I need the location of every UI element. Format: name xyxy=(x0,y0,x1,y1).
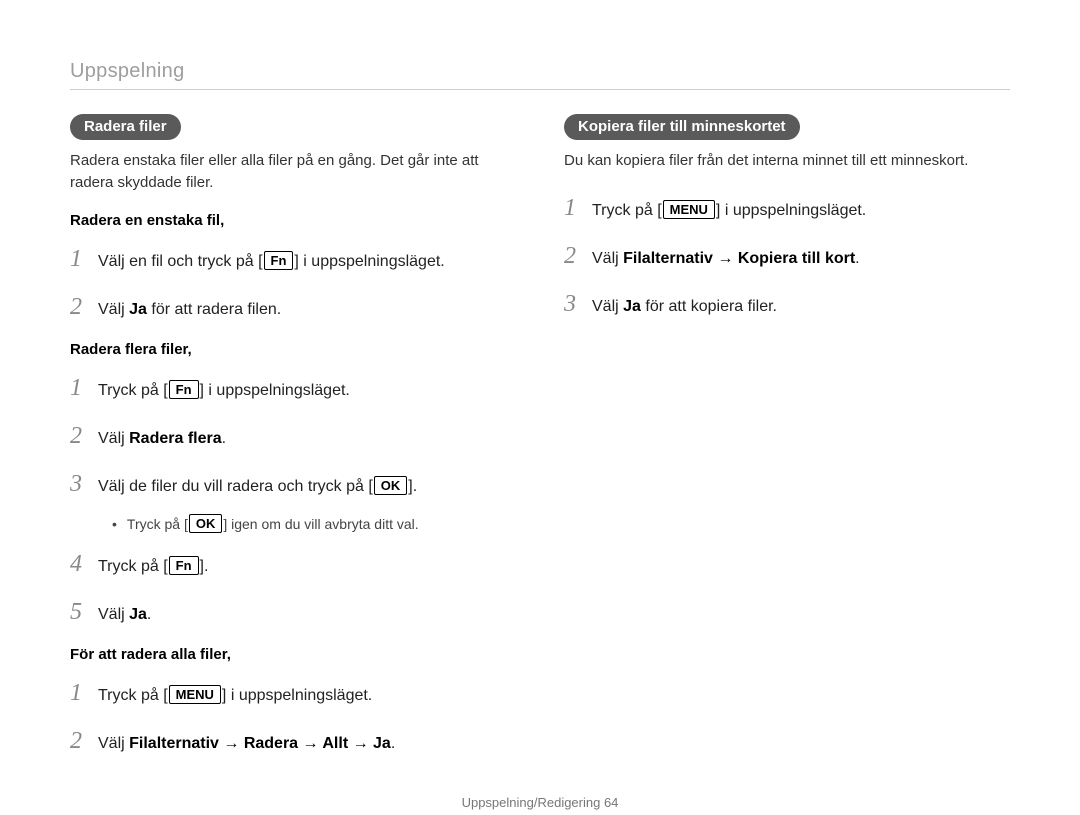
ok-button-icon: OK xyxy=(189,514,223,534)
subhead-delete-all: För att radera alla filer, xyxy=(70,646,516,663)
step: 2 Välj Radera flera. xyxy=(70,418,516,454)
content-columns: Radera filer Radera enstaka filer eller … xyxy=(70,114,1010,775)
fn-button-icon: Fn xyxy=(169,556,199,576)
step: 3 Välj Ja för att kopiera filer. xyxy=(564,286,1010,322)
step-number: 3 xyxy=(70,466,98,502)
fn-button-icon: Fn xyxy=(169,380,199,400)
intro-copy: Du kan kopiera filer från det interna mi… xyxy=(564,150,1010,172)
menu-button-icon: MENU xyxy=(169,685,221,705)
step-number: 4 xyxy=(70,546,98,582)
steps-copy: 1 Tryck på [MENU] i uppspelningsläget. 2… xyxy=(564,190,1010,322)
step: 1 Tryck på [MENU] i uppspelningsläget. xyxy=(564,190,1010,226)
left-column: Radera filer Radera enstaka filer eller … xyxy=(70,114,516,775)
step-number: 1 xyxy=(564,190,592,226)
steps-delete-all: 1 Tryck på [MENU] i uppspelningsläget. 2… xyxy=(70,675,516,759)
bullet-note: Tryck på [OK] igen om du vill avbryta di… xyxy=(112,514,516,534)
step-number: 1 xyxy=(70,370,98,406)
step: 3 Välj de filer du vill radera och tryck… xyxy=(70,466,516,502)
fn-button-icon: Fn xyxy=(264,251,294,271)
step-text: Tryck på [Fn]. xyxy=(98,555,516,579)
step: 1 Tryck på [MENU] i uppspelningsläget. xyxy=(70,675,516,711)
ok-button-icon: OK xyxy=(374,476,408,496)
step: 2 Välj Ja för att radera filen. xyxy=(70,289,516,325)
step: 1 Tryck på [Fn] i uppspelningsläget. xyxy=(70,370,516,406)
step-number: 2 xyxy=(70,289,98,325)
step-text: Välj de filer du vill radera och tryck p… xyxy=(98,475,516,499)
step: 1 Välj en fil och tryck på [Fn] i uppspe… xyxy=(70,241,516,277)
step-text: Tryck på [MENU] i uppspelningsläget. xyxy=(592,199,1010,223)
step-text: Välj Ja för att kopiera filer. xyxy=(592,295,1010,319)
step-number: 5 xyxy=(70,594,98,630)
step: 2 Välj Filalternativ → Radera → Allt → J… xyxy=(70,723,516,759)
step-text: Välj Ja för att radera filen. xyxy=(98,298,516,322)
subhead-delete-single: Radera en enstaka fil, xyxy=(70,212,516,229)
step-text: Tryck på [MENU] i uppspelningsläget. xyxy=(98,684,516,708)
step: 2 Välj Filalternativ → Kopiera till kort… xyxy=(564,238,1010,274)
step-number: 2 xyxy=(70,723,98,759)
steps-delete-multiple: 1 Tryck på [Fn] i uppspelningsläget. 2 V… xyxy=(70,370,516,630)
intro-delete: Radera enstaka filer eller alla filer på… xyxy=(70,150,516,194)
pill-copy-files: Kopiera filer till minneskortet xyxy=(564,114,800,140)
step-text: Välj Filalternativ → Radera → Allt → Ja. xyxy=(98,732,516,756)
section-title: Uppspelning xyxy=(70,60,1010,83)
step: 5 Välj Ja. xyxy=(70,594,516,630)
right-column: Kopiera filer till minneskortet Du kan k… xyxy=(564,114,1010,775)
step-number: 2 xyxy=(564,238,592,274)
pill-delete-files: Radera filer xyxy=(70,114,181,140)
step-number: 1 xyxy=(70,675,98,711)
step-text: Välj en fil och tryck på [Fn] i uppspeln… xyxy=(98,250,516,274)
step: 4 Tryck på [Fn]. xyxy=(70,546,516,582)
step-text: Välj Radera flera. xyxy=(98,427,516,451)
steps-delete-single: 1 Välj en fil och tryck på [Fn] i uppspe… xyxy=(70,241,516,325)
divider xyxy=(70,89,1010,90)
page-footer: Uppspelning/Redigering 64 xyxy=(70,775,1010,810)
menu-button-icon: MENU xyxy=(663,200,715,220)
step-number: 3 xyxy=(564,286,592,322)
step-text: Tryck på [Fn] i uppspelningsläget. xyxy=(98,379,516,403)
step-number: 1 xyxy=(70,241,98,277)
step-text: Välj Ja. xyxy=(98,603,516,627)
subhead-delete-multiple: Radera flera filer, xyxy=(70,341,516,358)
step-text: Välj Filalternativ → Kopiera till kort. xyxy=(592,247,1010,271)
step-number: 2 xyxy=(70,418,98,454)
